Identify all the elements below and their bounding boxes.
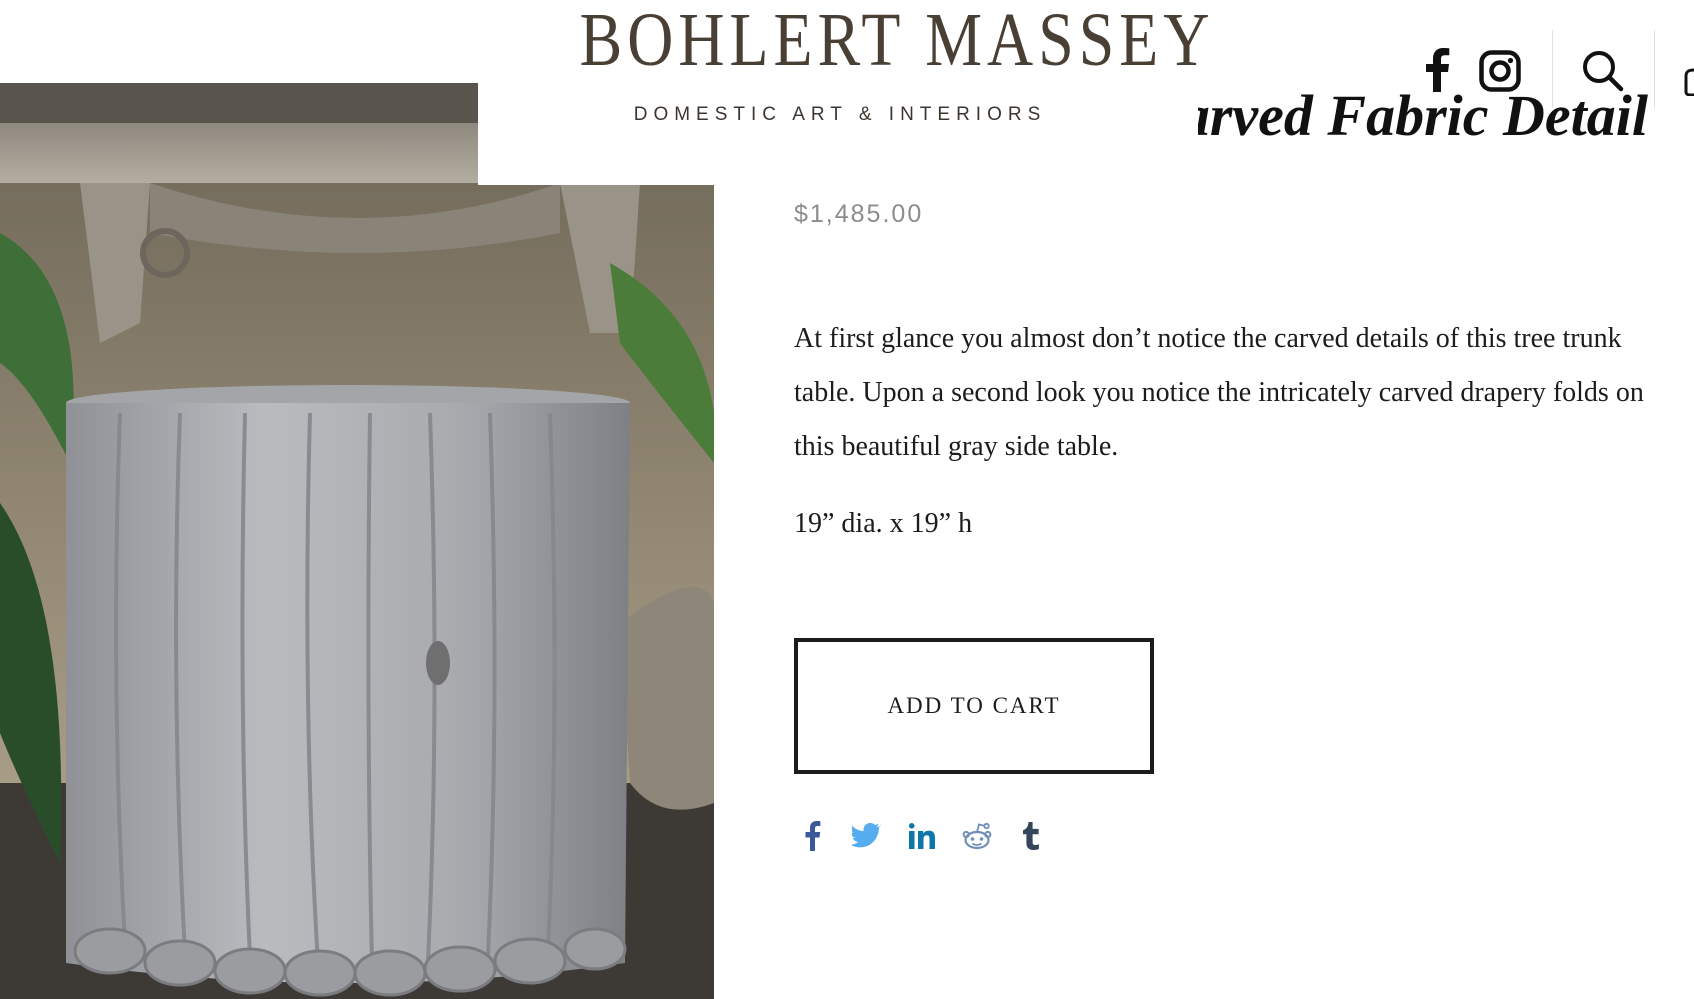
product-title: Carved Fabric Detail xyxy=(1198,83,1648,148)
brand-tagline: DOMESTIC ART & INTERIORS xyxy=(633,104,1047,125)
reddit-share-icon[interactable] xyxy=(959,818,995,854)
product-title-container: Carved Fabric Detail xyxy=(1198,80,1694,152)
linkedin-share-icon[interactable] xyxy=(904,818,940,854)
brand-logo[interactable]: BOHLERT MASSEY xyxy=(580,2,1210,78)
twitter-share-icon[interactable] xyxy=(849,818,885,854)
site-header: BOHLERT MASSEY DOMESTIC ART & INTERIORS xyxy=(478,0,1210,185)
product-description: At first glance you almost don’t notice … xyxy=(794,323,1644,462)
product-dimensions: 19” dia. x 19” h xyxy=(794,508,973,539)
tumblr-share-icon[interactable] xyxy=(1014,818,1050,854)
product-price: $1,485.00 xyxy=(794,200,924,228)
share-bar xyxy=(794,818,1069,854)
product-image[interactable] xyxy=(0,83,714,999)
add-to-cart-button[interactable]: ADD TO CART xyxy=(794,638,1154,774)
facebook-share-icon[interactable] xyxy=(794,818,830,854)
